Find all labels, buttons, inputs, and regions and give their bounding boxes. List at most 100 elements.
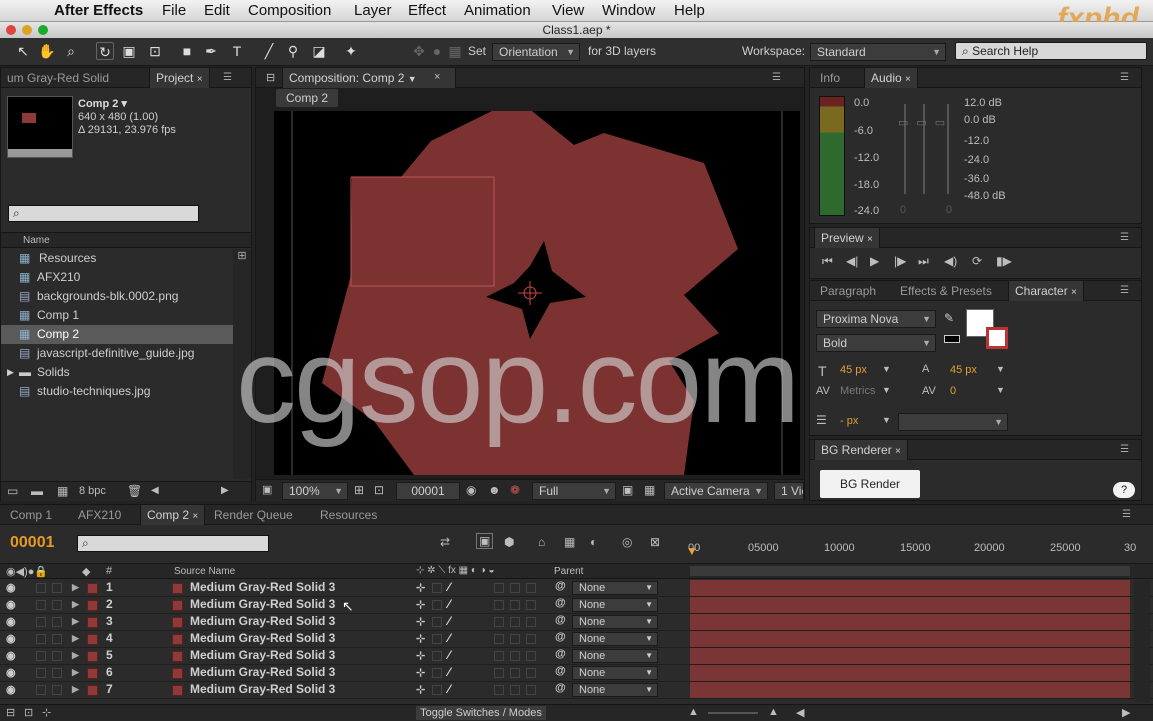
solo-checkbox[interactable] [36,634,46,644]
eraser-tool-icon[interactable]: ◪ [310,42,328,60]
tab-resources[interactable]: Resources [314,505,383,525]
motion-blur-switch[interactable] [494,651,504,661]
region-of-interest-icon[interactable]: ▣ [622,483,633,497]
brush-tool-icon[interactable]: ╱ [260,42,278,60]
timeline-scrollbar[interactable] [1134,580,1150,702]
parent-dropdown[interactable]: None ▼ [572,632,658,646]
label-color-swatch[interactable] [87,583,98,594]
view-layout-dropdown[interactable]: 1 Vie [774,482,804,500]
magnification-dropdown[interactable]: 100% ▼ [282,482,348,500]
parent-dropdown[interactable]: None ▼ [572,598,658,612]
scroll-right-icon[interactable]: ▶ [1122,706,1130,719]
rotation-tool-icon[interactable]: ↻ [96,42,114,60]
eye-icon[interactable]: ◉ [6,615,16,628]
solo-checkbox[interactable] [36,668,46,678]
channels-icon[interactable]: ❁ [510,483,520,497]
tab-layer-source[interactable]: um Gray-Red Solid 3 [1,68,111,88]
view-axis-icon[interactable]: ▦ [446,42,464,60]
menu-view[interactable]: View [552,2,584,19]
shy-switch-icon[interactable]: ⊹ [416,581,425,594]
resolution-dropdown[interactable]: Full ▼ [532,482,616,500]
tab-preview[interactable]: Preview × [814,228,880,248]
eye-icon[interactable]: ◉ [6,581,16,594]
puppet-pin-tool-icon[interactable]: ✦ [342,42,360,60]
parent-dropdown[interactable]: None ▼ [572,615,658,629]
motion-blur-switch[interactable] [494,583,504,593]
workspace-dropdown[interactable]: Standard ▼ [810,43,946,61]
menu-composition[interactable]: Composition [248,2,331,19]
comp-mini-flowchart-icon[interactable]: ⇄ [440,535,450,549]
frame-blending-icon[interactable]: ⌂ [538,535,545,549]
world-axis-icon[interactable]: ● [428,42,446,60]
layer-name[interactable]: Medium Gray-Red Solid 3 [190,682,335,696]
scroll-right-icon[interactable]: ▶ [221,485,229,496]
parent-header[interactable]: Parent [554,566,583,577]
axis-mode-icon[interactable]: ✥ [410,42,428,60]
motion-blur-switch[interactable] [494,668,504,678]
layer-duration-bar[interactable] [690,682,1130,698]
time-ruler[interactable]: 00 05000 10000 15000 20000 25000 30 ▼ [684,530,1136,562]
menu-layer[interactable]: Layer [354,2,392,19]
new-composition-icon[interactable]: ▦ [57,484,68,498]
parent-dropdown[interactable]: None ▼ [572,683,658,697]
label-color-swatch[interactable] [87,651,98,662]
work-area-bar[interactable] [690,566,1130,576]
pickwhip-icon[interactable]: @ [555,682,566,694]
solo-checkbox[interactable] [36,685,46,695]
mask-visibility-icon[interactable]: ⊡ [374,483,384,497]
playhead-icon[interactable]: ▼ [686,544,698,558]
table-row[interactable]: ◉ ▶ 5 Medium Gray-Red Solid 3 ⊹ ⁄ @ None ▼ [0,648,1153,665]
quality-switch-icon[interactable]: ⁄ [448,580,450,594]
ram-preview-icon[interactable]: ▮▶ [996,254,1012,268]
collapse-switch[interactable] [432,668,442,678]
tracking-value[interactable]: 0 [950,385,956,397]
layer-duration-bar[interactable] [690,614,1130,630]
new-folder-icon[interactable]: ▬ [31,484,43,498]
lock-checkbox[interactable] [52,685,62,695]
chevron-down-icon[interactable]: ▼ [996,385,1005,395]
hide-shy-layers-icon[interactable]: ⬢ [504,535,514,549]
lock-checkbox[interactable] [52,634,62,644]
tab-audio[interactable]: Audio × [864,68,918,88]
layer-duration-bar[interactable] [690,648,1130,664]
project-item-afx210[interactable]: ▦ AFX210 [1,268,233,287]
source-name-header[interactable]: Source Name [174,566,235,577]
close-icon[interactable]: × [434,71,440,83]
zoom-tool-icon[interactable]: ⌕ [62,42,80,60]
bg-render-button[interactable]: BG Render [820,470,920,498]
menu-edit[interactable]: Edit [204,2,230,19]
lock-checkbox[interactable] [52,583,62,593]
snapshot-icon[interactable]: ◉ [466,483,476,497]
disclosure-triangle-icon[interactable]: ▶ [72,616,79,627]
draft-3d-icon[interactable]: ▣ [476,533,494,549]
panel-menu-icon[interactable]: ☰ [1120,72,1129,83]
next-frame-icon[interactable]: |▶ [894,254,906,268]
panel-menu-icon[interactable]: ☰ [772,72,781,83]
collapse-switch[interactable] [432,600,442,610]
eye-icon[interactable]: ◉ [6,632,16,645]
pan-behind-tool-icon[interactable]: ⊡ [146,42,164,60]
audio-toggle-icon[interactable]: ◀) [944,254,957,268]
camera-tool-icon[interactable]: ▣ [120,42,138,60]
chevron-down-icon[interactable]: ▼ [996,364,1005,374]
project-item-solids-folder[interactable]: ▶ ▬ Solids [1,363,233,382]
quality-switch-icon[interactable]: ⁄ [448,682,450,696]
in-out-icon[interactable]: ⊹ [42,706,51,719]
pickwhip-icon[interactable]: @ [555,665,566,677]
parent-dropdown[interactable]: None ▼ [572,666,658,680]
label-color-swatch[interactable] [87,634,98,645]
motion-blur-switch[interactable] [494,685,504,695]
3d-switch[interactable] [526,651,536,661]
layer-name[interactable]: Medium Gray-Red Solid 3 [190,580,335,594]
pickwhip-icon[interactable]: @ [555,614,566,626]
project-item-comp1[interactable]: ▦ Comp 1 [1,306,233,325]
comp-name[interactable]: Comp 2 ▾ [78,97,127,110]
tab-afx210[interactable]: AFX210 [72,505,127,525]
brainstorm-icon[interactable]: ◐ [590,535,597,549]
3d-switch[interactable] [526,617,536,627]
solo-checkbox[interactable] [36,651,46,661]
layer-name[interactable]: Medium Gray-Red Solid 3 [190,665,335,679]
active-camera-dropdown[interactable]: Active Camera ▼ [664,482,768,500]
zoom-in-icon[interactable]: ▲ [768,706,779,718]
adjustment-switch[interactable] [510,668,520,678]
